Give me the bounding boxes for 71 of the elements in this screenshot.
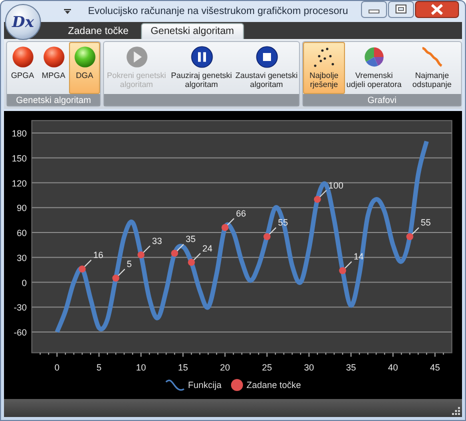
data-label: 55	[420, 218, 431, 228]
axis-label: 120	[12, 178, 27, 188]
axis-label: 40	[388, 362, 398, 373]
leader-line	[411, 227, 420, 236]
pie-chart-icon	[362, 45, 386, 69]
data-label: 35	[186, 234, 196, 244]
play-icon	[124, 45, 148, 69]
minimize-button[interactable]	[361, 1, 387, 18]
ribbon-button[interactable]: GPGA	[7, 42, 38, 94]
axis-label: 0	[22, 278, 27, 288]
stop-icon	[254, 45, 278, 69]
ball-icon	[42, 45, 66, 69]
resize-grip-icon[interactable]	[452, 407, 460, 415]
ball-icon	[72, 45, 96, 69]
ribbon-button[interactable]: Najbolje rješenje	[303, 42, 345, 94]
leader-line	[84, 259, 92, 268]
ribbon-button[interactable]: Pauziraj genetski algoritam	[169, 42, 234, 94]
axis-label: -60	[14, 328, 27, 338]
data-label: 55	[278, 218, 288, 228]
marker-legend-icon	[231, 379, 244, 391]
data-label: 33	[152, 236, 162, 246]
ribbon-button[interactable]: MPGA	[38, 42, 69, 94]
data-label: 66	[236, 208, 246, 219]
data-label: 16	[93, 250, 104, 260]
scatter-dots-icon	[312, 45, 336, 69]
axis-label: 10	[136, 362, 146, 373]
axis-label: 15	[178, 362, 188, 373]
axis-label: 90	[16, 203, 27, 214]
axis-label: 30	[16, 252, 27, 263]
group-caption: Genetski algoritam	[7, 94, 100, 106]
axis-label: 5	[96, 362, 102, 373]
legend-label: Zadane točke	[246, 380, 302, 390]
axis-label: -30	[14, 302, 27, 313]
leader-line	[117, 268, 126, 277]
ball-icon	[10, 45, 34, 69]
ribbon-button[interactable]: Zaustavi genetski algoritam	[234, 42, 299, 94]
data-label: 14	[354, 252, 364, 262]
wavy-line-icon	[420, 45, 444, 69]
ribbon-button[interactable]: Najmanje odstupanje	[403, 42, 461, 94]
ribbon-button[interactable]: Vremenski udjeli operatora	[345, 42, 403, 94]
leader-line	[192, 252, 201, 261]
pause-icon	[190, 45, 214, 69]
line-legend-icon	[164, 379, 185, 391]
data-label: 24	[202, 243, 212, 254]
app-menu-button[interactable]: Dx	[5, 4, 41, 40]
axis-label: 20	[220, 362, 230, 373]
axis-label: 35	[346, 362, 356, 373]
leader-line	[344, 261, 352, 270]
axis-label: 180	[12, 128, 27, 138]
axis-label: 45	[430, 362, 440, 373]
leader-line	[226, 218, 234, 226]
axis-label: 25	[262, 362, 272, 373]
ribbon-tab[interactable]: Genetski algoritam	[140, 23, 244, 39]
maximize-button[interactable]	[388, 1, 414, 18]
ribbon-tab[interactable]: Zadane točke	[59, 23, 138, 39]
dropdown-caret-icon[interactable]	[64, 9, 71, 14]
axis-label: 60	[16, 228, 27, 238]
legend-label: Funkcija	[188, 380, 222, 390]
ribbon-button[interactable]: DGA	[69, 42, 100, 94]
leader-line	[142, 245, 150, 254]
axis-label: 0	[54, 362, 60, 373]
leader-line	[176, 244, 184, 252]
data-label: 100	[328, 180, 344, 190]
axis-label: 150	[12, 153, 27, 164]
window-title: Evolucijsko računanje na višestrukom grafičkom procesoru	[86, 6, 350, 17]
leader-line	[268, 227, 276, 236]
leader-line	[318, 190, 327, 198]
close-button[interactable]	[415, 1, 459, 18]
data-label: 5	[126, 259, 132, 270]
axis-label: 30	[304, 362, 314, 373]
group-caption: Grafovi	[303, 94, 461, 106]
